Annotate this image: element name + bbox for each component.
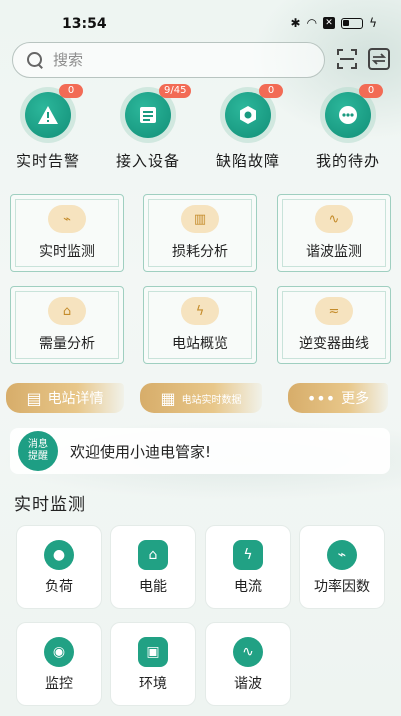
demand-cart-icon: ⌂ — [48, 297, 86, 325]
message-text: 欢迎使用小迪电管家! — [70, 442, 212, 461]
alarm-badge: 0 — [59, 84, 83, 98]
card-realtime-monitor[interactable]: ⌁ 实时监测 — [10, 194, 124, 272]
todo-dots-icon: 0 — [325, 84, 383, 138]
search-icon — [27, 52, 43, 68]
quick-item-label: 缺陷故障 — [215, 152, 280, 170]
current-bolt-icon: ϟ — [233, 540, 263, 570]
card-label: 实时监测 — [39, 244, 95, 260]
realtime-data-icon: ▦ — [160, 388, 176, 408]
clipboard-icon: ▤ — [26, 388, 42, 408]
quick-item-defects[interactable]: 0 缺陷故障 — [200, 84, 296, 171]
card-label: 损耗分析 — [172, 244, 228, 260]
monitor-wave-icon: ⌁ — [48, 205, 86, 233]
bluetooth-icon: ✱ — [290, 16, 301, 30]
quick-item-devices[interactable]: 9/45 接入设备 — [100, 84, 196, 171]
tile-label: 电流 — [234, 579, 262, 595]
ribbon-station-realtime[interactable]: ▦ 电站实时数据 — [140, 383, 262, 413]
defect-gear-icon: 0 — [225, 84, 283, 138]
tile-label: 负荷 — [45, 579, 73, 595]
search-input[interactable] — [53, 51, 283, 69]
card-demand-analysis[interactable]: ⌂ 需量分析 — [10, 286, 124, 364]
environment-icon: ▣ — [138, 637, 168, 667]
status-icons: ✱ ◠ ✕ ϟ — [291, 16, 377, 30]
tile-energy[interactable]: ⌂ 电能 — [110, 525, 196, 609]
harmonic-wave-icon: ∿ — [233, 637, 263, 667]
status-time: 13:54 — [62, 16, 107, 32]
defects-badge: 0 — [259, 84, 283, 98]
card-label: 逆变器曲线 — [299, 336, 369, 352]
more-dots-icon: ••• — [306, 388, 336, 408]
status-bar: 13:54 ✱ ◠ ✕ ϟ — [0, 0, 401, 44]
loss-analysis-icon: ▥ — [181, 205, 219, 233]
tile-camera[interactable]: ◉ 监控 — [16, 622, 102, 706]
tile-label: 电能 — [139, 579, 167, 595]
card-label: 电站概览 — [172, 336, 228, 352]
quick-item-alarm[interactable]: 0 实时告警 — [0, 84, 96, 171]
wifi-icon: ◠ — [306, 16, 318, 30]
bulb-icon: ● — [44, 540, 74, 570]
device-list-icon: 9/45 — [125, 84, 192, 138]
ribbon-more[interactable]: ••• 更多 — [288, 383, 388, 413]
sim-icon: ✕ — [323, 17, 336, 29]
ribbon-station-detail[interactable]: ▤ 电站详情 — [6, 383, 124, 413]
message-banner[interactable]: 消息 提醒 欢迎使用小迪电管家! — [10, 428, 390, 474]
tile-current[interactable]: ϟ 电流 — [205, 525, 291, 609]
ribbon-label: 电站实时数据 — [181, 394, 242, 406]
tile-harmonic[interactable]: ∿ 谐波 — [205, 622, 291, 706]
card-inverter-curve[interactable]: ≂ 逆变器曲线 — [277, 286, 391, 364]
search-bar[interactable] — [12, 42, 325, 78]
scan-icon[interactable] — [336, 48, 358, 70]
card-loss-analysis[interactable]: ▥ 损耗分析 — [143, 194, 257, 272]
switch-icon[interactable] — [368, 48, 390, 70]
inverter-curve-icon: ≂ — [315, 297, 353, 325]
tile-label: 监控 — [45, 676, 73, 692]
card-station-overview[interactable]: ϟ 电站概览 — [143, 286, 257, 364]
quick-item-label: 接入设备 — [115, 152, 180, 170]
devices-badge: 9/45 — [159, 84, 192, 98]
station-bolt-icon: ϟ — [181, 297, 219, 325]
todo-badge: 0 — [359, 84, 383, 98]
message-badge-line: 提醒 — [28, 451, 48, 462]
message-badge: 消息 提醒 — [18, 431, 58, 471]
tile-load[interactable]: ● 负荷 — [16, 525, 102, 609]
quick-item-label: 实时告警 — [15, 152, 80, 170]
card-label: 需量分析 — [39, 336, 95, 352]
quick-item-todo[interactable]: 0 我的待办 — [300, 84, 396, 171]
ribbon-label: 电站详情 — [47, 391, 104, 407]
home-energy-icon: ⌂ — [138, 540, 168, 570]
battery-icon — [341, 17, 364, 29]
tile-label: 环境 — [139, 676, 167, 692]
section-title: 实时监测 — [14, 495, 86, 515]
quick-item-label: 我的待办 — [315, 152, 380, 170]
tile-environment[interactable]: ▣ 环境 — [110, 622, 196, 706]
power-factor-icon: ⌁ — [327, 540, 357, 570]
harmonic-icon: ∿ — [315, 205, 353, 233]
message-badge-line: 消息 — [28, 439, 48, 450]
quick-actions: 0 实时告警 9/45 接入设备 0 缺陷故障 0 我的待办 — [0, 84, 401, 182]
card-label: 谐波监测 — [306, 244, 362, 260]
card-harmonic-monitor[interactable]: ∿ 谐波监测 — [277, 194, 391, 272]
charging-icon: ϟ — [369, 16, 377, 30]
tile-label: 谐波 — [234, 676, 262, 692]
tile-label: 功率因数 — [314, 579, 370, 595]
ribbon-label: 更多 — [341, 391, 370, 407]
camera-icon: ◉ — [44, 637, 74, 667]
warning-icon: 0 — [25, 84, 83, 138]
tile-power-factor[interactable]: ⌁ 功率因数 — [299, 525, 385, 609]
